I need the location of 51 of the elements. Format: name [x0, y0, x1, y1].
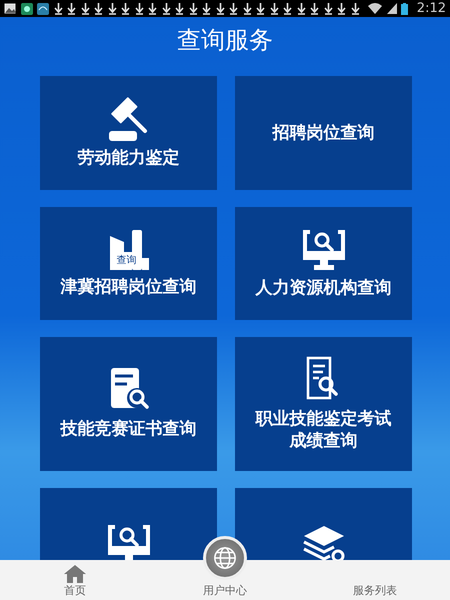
- download-icon: [202, 2, 211, 14]
- download-icon: [229, 2, 238, 14]
- tile-label: 人力资源机构查询: [256, 276, 392, 298]
- download-icon: [94, 2, 103, 14]
- monitor-search-icon: [302, 228, 346, 270]
- download-icon: [283, 2, 292, 14]
- download-icon: [67, 2, 76, 14]
- download-icon: [175, 2, 184, 14]
- download-icon: [337, 2, 346, 14]
- download-icon: [121, 2, 130, 14]
- download-icon: [148, 2, 157, 14]
- service-tile[interactable]: 劳动能力鉴定: [40, 76, 217, 190]
- tile-label: 招聘岗位查询: [272, 122, 374, 144]
- download-icon: [54, 2, 62, 14]
- service-tile[interactable]: 技能竞赛证书查询: [40, 337, 217, 471]
- download-icon: [80, 2, 90, 14]
- download-icon: [256, 2, 265, 14]
- nav-tab[interactable]: 服务列表: [300, 560, 450, 600]
- service-tile[interactable]: 招聘岗位查询: [235, 76, 412, 190]
- image-icon: [4, 3, 16, 14]
- tile-label: 劳动能力鉴定: [78, 147, 180, 169]
- tile-label: 职业技能鉴定考试成绩查询: [254, 408, 392, 452]
- clock: 2:12: [416, 1, 446, 16]
- download-icon: [108, 2, 116, 14]
- service-tile[interactable]: 职业技能鉴定考试成绩查询: [235, 337, 412, 471]
- download-icon: [216, 2, 224, 14]
- nav-tab[interactable]: 用户中心: [150, 560, 300, 600]
- download-icon: [350, 2, 360, 14]
- signal-icon: [386, 3, 397, 14]
- tile-label: 津冀招聘岗位查询: [60, 276, 196, 298]
- download-icon: [296, 2, 306, 14]
- download-icon: [324, 2, 332, 14]
- document-search-icon: [108, 368, 148, 412]
- download-icon: [162, 2, 170, 14]
- download-icon: [310, 2, 319, 14]
- download-icon: [188, 2, 198, 14]
- tile-label: 技能竞赛证书查询: [60, 418, 196, 440]
- download-icon: [134, 2, 144, 14]
- globe-button[interactable]: [203, 536, 247, 580]
- battery-icon: [401, 2, 408, 14]
- home-icon: [64, 565, 86, 583]
- page-title: 查询服务: [176, 24, 274, 56]
- service-tile[interactable]: 查询 津冀招聘岗位查询: [40, 207, 217, 320]
- app-icon: [20, 2, 32, 14]
- wifi-icon: [368, 3, 382, 14]
- app-icon: [37, 2, 49, 14]
- download-icon: [270, 2, 278, 14]
- service-tile[interactable]: 人力资源机构查询: [235, 207, 412, 320]
- nav-tab[interactable]: 首页: [0, 560, 150, 600]
- download-icon: [242, 2, 252, 14]
- globe-icon: [213, 546, 237, 570]
